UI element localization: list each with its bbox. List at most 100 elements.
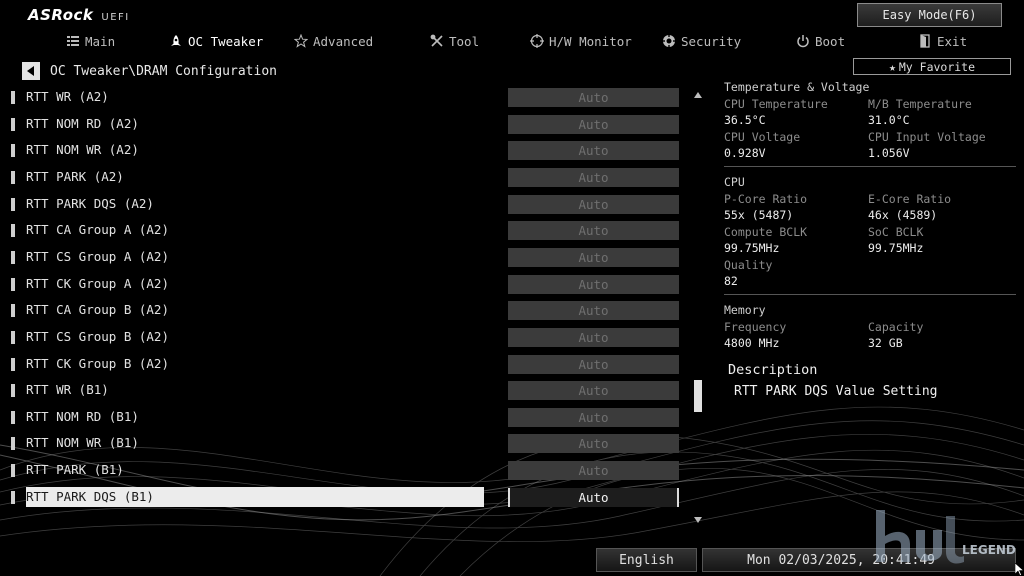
star-icon: ★ xyxy=(888,59,896,74)
row-marker xyxy=(11,224,15,238)
setting-row[interactable]: RTT CK Group A (A2) Auto xyxy=(0,271,690,298)
setting-value-dropdown[interactable]: Auto xyxy=(508,327,679,347)
scrollbar-thumb[interactable] xyxy=(694,380,702,412)
setting-row[interactable]: RTT NOM WR (B1) Auto xyxy=(0,430,690,457)
my-favorite-button[interactable]: ★ My Favorite xyxy=(853,58,1011,75)
shield-icon xyxy=(663,35,675,47)
info-key: Quality xyxy=(724,258,773,272)
description-title: Description xyxy=(728,362,818,378)
memory-title: Memory xyxy=(724,303,766,317)
crosshair-icon xyxy=(530,34,544,48)
setting-row[interactable]: RTT PARK (B1) Auto xyxy=(0,457,690,484)
setting-label: RTT CK Group A (A2) xyxy=(26,275,169,291)
row-marker xyxy=(11,437,15,451)
tab-oc-tweaker[interactable]: OC Tweaker xyxy=(169,30,263,52)
temp-voltage-grid: CPU Temperature 36.5°C M/B Temperature 31.0… xyxy=(724,96,1016,162)
info-key: E-Core Ratio xyxy=(868,192,952,206)
row-marker xyxy=(11,144,15,158)
setting-value-dropdown[interactable]: Auto xyxy=(508,354,679,374)
setting-value-dropdown[interactable]: Auto xyxy=(508,247,679,267)
setting-label: RTT PARK DQS (B1) xyxy=(26,486,484,507)
setting-value-dropdown[interactable]: Auto xyxy=(508,167,679,187)
rocket-icon xyxy=(171,35,181,46)
setting-label: RTT CS Group B (A2) xyxy=(26,328,169,344)
setting-value-dropdown[interactable]: Auto xyxy=(508,301,679,321)
row-marker xyxy=(11,330,15,344)
setting-row[interactable]: RTT NOM WR (A2) Auto xyxy=(0,137,690,164)
exit-door-icon xyxy=(920,34,930,48)
info-key: Compute BCLK xyxy=(724,225,808,239)
setting-value-dropdown[interactable]: Auto xyxy=(508,141,679,161)
tab-security[interactable]: Security xyxy=(662,30,741,52)
setting-value-dropdown[interactable]: Auto xyxy=(508,194,679,214)
info-cell: Frequency 4800 MHz xyxy=(724,319,868,352)
breadcrumb-path: OC Tweaker\DRAM Configuration xyxy=(50,63,277,79)
breadcrumb: OC Tweaker\DRAM Configuration xyxy=(22,61,277,81)
language-button[interactable]: English xyxy=(596,548,697,572)
setting-label: RTT PARK (B1) xyxy=(26,462,124,478)
setting-value-dropdown[interactable]: Auto xyxy=(508,461,679,481)
row-marker xyxy=(11,410,15,424)
info-key: CPU Temperature xyxy=(724,97,828,111)
scroll-up-arrow[interactable] xyxy=(694,91,702,99)
setting-row[interactable]: RTT CK Group B (A2) Auto xyxy=(0,351,690,378)
setting-label: RTT NOM WR (B1) xyxy=(26,435,139,451)
tab-tool[interactable]: Tool xyxy=(430,30,479,52)
temp-voltage-title: Temperature & Voltage xyxy=(724,80,870,94)
setting-row[interactable]: RTT CS Group A (A2) Auto xyxy=(0,244,690,271)
star-icon xyxy=(294,34,308,48)
setting-label: RTT WR (B1) xyxy=(26,382,109,398)
back-button[interactable] xyxy=(22,62,40,80)
setting-value-dropdown[interactable]: Auto xyxy=(508,114,679,134)
setting-row[interactable]: RTT CA Group B (A2) Auto xyxy=(0,297,690,324)
tab-hw-monitor-label: H/W Monitor xyxy=(549,33,632,49)
uefi-label: UEFI xyxy=(101,12,130,23)
tab-hw-monitor[interactable]: H/W Monitor xyxy=(530,30,632,52)
setting-row[interactable]: RTT PARK DQS (B1) Auto xyxy=(0,484,690,511)
info-cell: CPU Voltage 0.928V xyxy=(724,129,868,162)
scroll-down-arrow[interactable] xyxy=(694,516,702,524)
tab-exit[interactable]: Exit xyxy=(918,30,967,52)
setting-value-dropdown[interactable]: Auto xyxy=(508,381,679,401)
info-key: SoC BCLK xyxy=(868,225,924,239)
row-marker xyxy=(11,197,15,211)
arrow-left-icon xyxy=(27,66,34,76)
setting-value-dropdown[interactable]: Auto xyxy=(508,274,679,294)
setting-row[interactable]: RTT WR (A2) Auto xyxy=(0,84,690,111)
info-cell: M/B Temperature 31.0°C xyxy=(868,96,1012,129)
info-key: CPU Voltage xyxy=(724,130,801,144)
setting-row[interactable]: RTT PARK (A2) Auto xyxy=(0,164,690,191)
row-marker xyxy=(11,304,15,318)
setting-row[interactable]: RTT CS Group B (A2) Auto xyxy=(0,324,690,351)
info-cell: CPU Temperature 36.5°C xyxy=(724,96,868,129)
setting-value-dropdown[interactable]: Auto xyxy=(508,221,679,241)
setting-label: RTT NOM RD (B1) xyxy=(26,408,139,424)
info-value: 55x (5487) xyxy=(724,208,794,222)
setting-row[interactable]: RTT CA Group A (A2) Auto xyxy=(0,217,690,244)
cpu-title: CPU xyxy=(724,175,745,189)
info-key: M/B Temperature xyxy=(868,97,972,111)
asrock-logo: ASRock xyxy=(28,6,94,24)
row-marker xyxy=(11,170,15,184)
setting-value-dropdown[interactable]: Auto xyxy=(508,88,679,107)
setting-row[interactable]: RTT PARK DQS (A2) Auto xyxy=(0,191,690,218)
setting-label: RTT PARK DQS (A2) xyxy=(26,195,154,211)
tab-boot[interactable]: Boot xyxy=(796,30,845,52)
setting-row[interactable]: RTT NOM RD (B1) Auto xyxy=(0,404,690,431)
setting-value-dropdown[interactable]: Auto xyxy=(508,487,679,507)
power-icon xyxy=(797,35,809,48)
cpu-grid: P-Core Ratio 55x (5487) E-Core Ratio 46x (4… xyxy=(724,191,1016,290)
tab-main[interactable]: Main xyxy=(66,30,115,52)
tab-oc-tweaker-label: OC Tweaker xyxy=(188,33,264,49)
info-cell: E-Core Ratio 46x (4589) xyxy=(868,191,1012,224)
row-marker xyxy=(11,490,15,504)
easy-mode-button[interactable]: Easy Mode(F6) xyxy=(857,3,1002,27)
setting-value-dropdown[interactable]: Auto xyxy=(508,434,679,454)
info-value: 36.5°C xyxy=(724,113,766,127)
setting-row[interactable]: RTT WR (B1) Auto xyxy=(0,377,690,404)
tab-advanced[interactable]: Advanced xyxy=(294,30,373,52)
setting-value-dropdown[interactable]: Auto xyxy=(508,407,679,427)
row-marker xyxy=(11,250,15,264)
setting-row[interactable]: RTT NOM RD (A2) Auto xyxy=(0,111,690,138)
info-cell: Capacity 32 GB xyxy=(868,319,1012,352)
